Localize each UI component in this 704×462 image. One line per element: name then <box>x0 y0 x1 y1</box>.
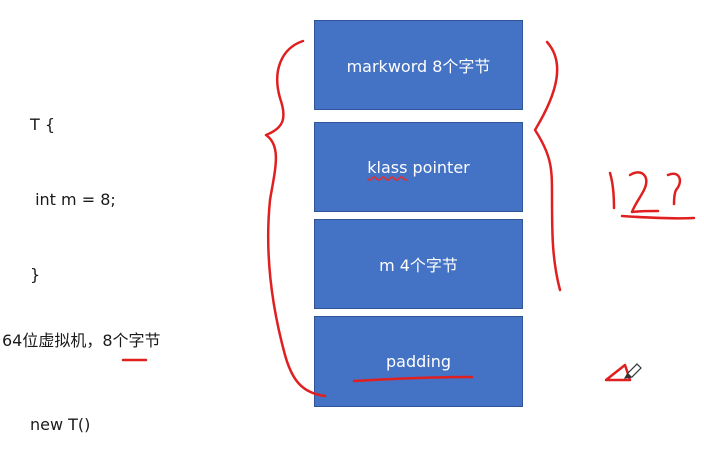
handwritten-question-mark <box>666 172 682 206</box>
pen-cursor-icon <box>623 363 642 379</box>
padding-block: padding <box>314 316 523 407</box>
code-line: } <box>30 265 41 284</box>
klass-pointer-block: klass pointer <box>314 122 523 212</box>
handwritten-digit-2 <box>628 171 660 214</box>
vm-note: 64位虚拟机，8个字节 <box>2 331 161 350</box>
klass-pointer-label: klass pointer <box>367 158 470 177</box>
padding-label: padding <box>385 352 451 371</box>
handwritten-underline <box>620 214 696 220</box>
markword-label: markword 8个字节 <box>346 57 491 76</box>
code-line: T { <box>30 115 56 134</box>
handwritten-digit-1 <box>608 171 616 210</box>
markword-block: markword 8个字节 <box>314 20 523 110</box>
klass-word: klass <box>367 157 408 177</box>
pointer-word: pointer <box>407 157 470 177</box>
field-m-label: m 4个字节 <box>379 256 458 275</box>
right-brace <box>533 40 562 292</box>
code-line: int m = 8; <box>30 190 116 209</box>
class-definition-code: T { int m = 8; } new T() <box>30 62 116 462</box>
field-m-block: m 4个字节 <box>314 219 523 309</box>
